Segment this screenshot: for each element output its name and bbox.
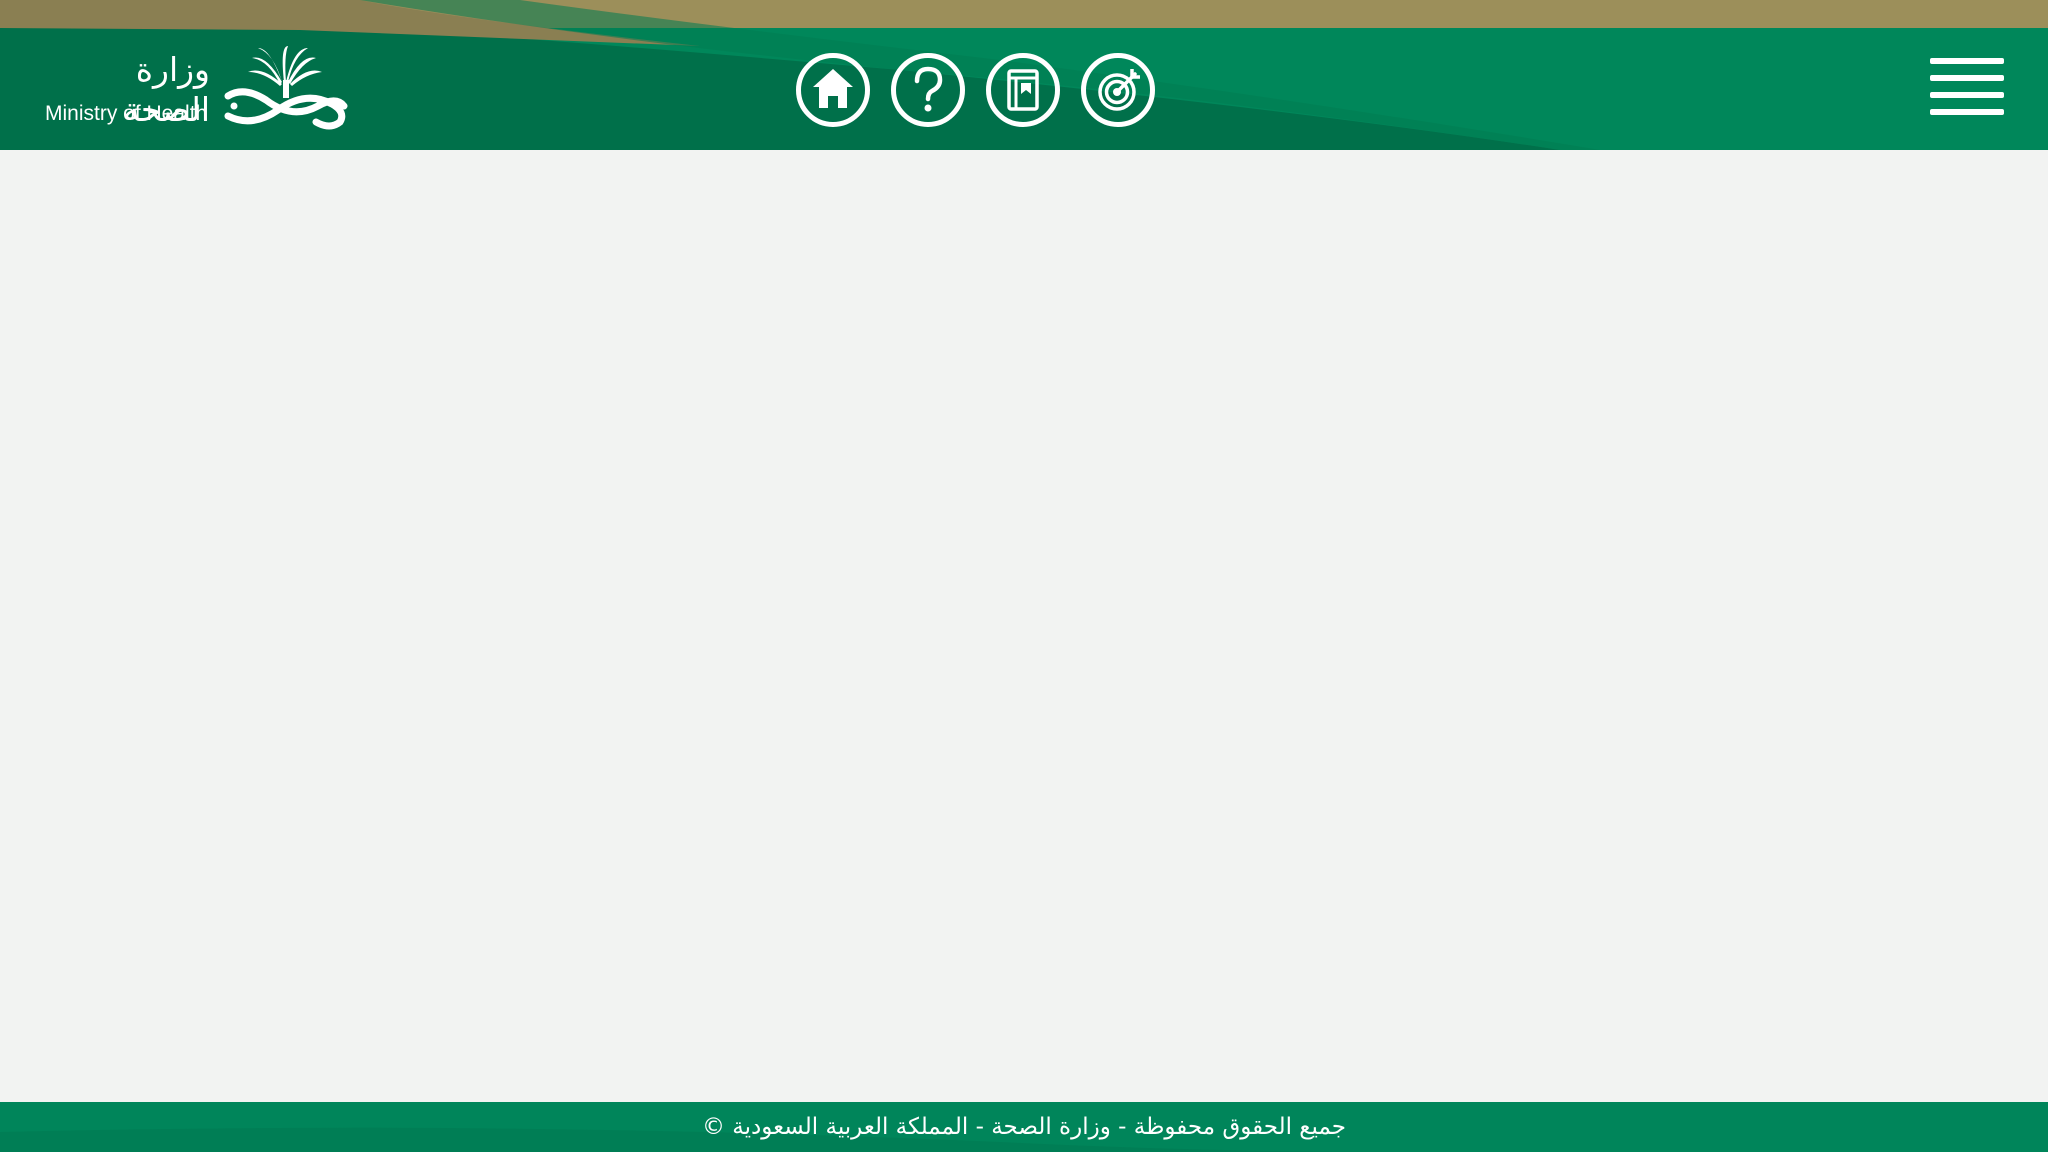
question-mark-icon — [891, 53, 965, 127]
home-icon — [796, 53, 870, 127]
main-content-area — [0, 150, 2048, 1102]
app-screen: وزارة الصحة Ministry of Health جميع الحق… — [0, 0, 2048, 1152]
objectives-button[interactable] — [1080, 52, 1156, 128]
nav-icon-group — [795, 52, 1159, 128]
footer-bar: جميع الحقوق محفوظة - وزارة الصحة - الممل… — [0, 1102, 2048, 1152]
menu-bar-bottom — [1930, 109, 2004, 115]
guide-book-button[interactable] — [985, 52, 1061, 128]
hamburger-menu-button[interactable] — [1930, 58, 2004, 118]
ministry-logo[interactable]: وزارة الصحة Ministry of Health — [44, 46, 354, 132]
menu-bar-upper-middle — [1930, 75, 2004, 81]
header-bar: وزارة الصحة Ministry of Health — [0, 0, 2048, 150]
home-button[interactable] — [795, 52, 871, 128]
copyright-text: جميع الحقوق محفوظة - وزارة الصحة - الممل… — [702, 1114, 1346, 1140]
logo-name-english: Ministry of Health — [45, 102, 208, 125]
menu-bar-lower-middle — [1930, 92, 2004, 98]
book-icon — [986, 53, 1060, 127]
help-button[interactable] — [890, 52, 966, 128]
palm-and-swords-emblem-icon — [224, 46, 348, 130]
target-icon — [1081, 53, 1155, 127]
menu-bar-top — [1930, 58, 2004, 64]
